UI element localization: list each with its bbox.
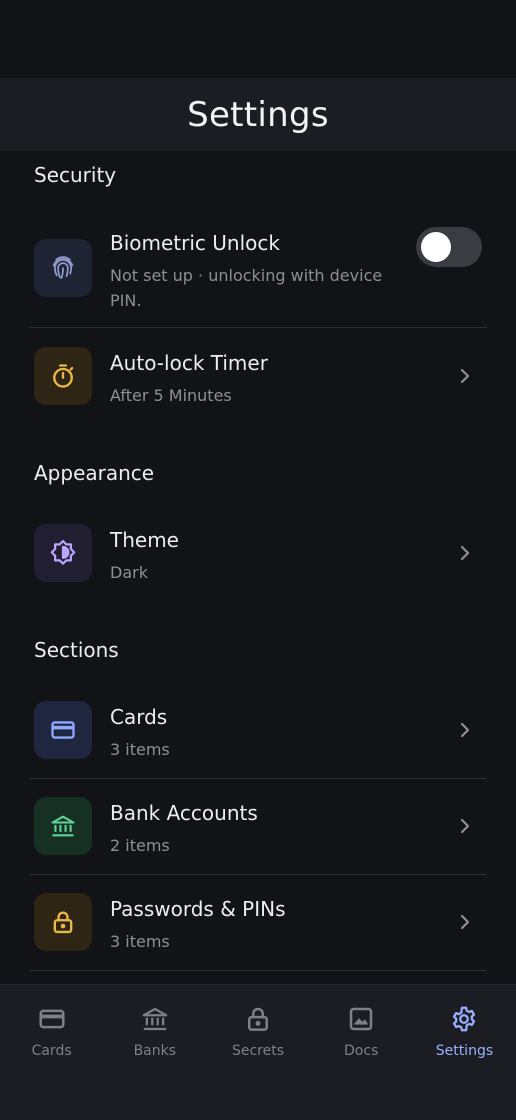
tab-cards[interactable]: Cards — [0, 985, 103, 1120]
tab-secrets[interactable]: Secrets — [206, 985, 309, 1120]
section-header-sections: Sections — [34, 638, 119, 662]
gear-icon — [448, 1003, 480, 1035]
bottom-tab-bar: Cards Banks Secrets Docs Settings — [0, 984, 516, 1120]
image-icon — [345, 1003, 377, 1035]
divider — [29, 874, 487, 875]
brightness-icon — [34, 524, 92, 582]
tab-label: Secrets — [231, 1043, 285, 1059]
theme-row[interactable]: Theme Dark — [29, 524, 487, 604]
bank-accounts-row[interactable]: Bank Accounts 2 items — [29, 797, 487, 874]
chevron-right-icon — [460, 368, 470, 384]
chevron-right-icon — [460, 818, 470, 834]
cards-title: Cards — [110, 705, 168, 729]
divider — [29, 327, 487, 328]
app-bar: Settings — [0, 78, 516, 151]
fingerprint-icon — [34, 239, 92, 297]
auto-lock-timer-subtitle: After 5 Minutes — [110, 386, 232, 405]
passwords-pins-title: Passwords & PINs — [110, 897, 286, 921]
section-header-appearance: Appearance — [34, 461, 155, 485]
credit-card-icon — [36, 1003, 68, 1035]
cards-subtitle: 3 items — [110, 740, 170, 759]
biometric-unlock-title: Biometric Unlock — [110, 231, 280, 255]
tab-docs[interactable]: Docs — [310, 985, 413, 1120]
tab-label: Docs — [344, 1043, 379, 1059]
settings-list[interactable]: Security Biometric Unlock Not set up · u… — [0, 151, 516, 984]
bank-icon — [34, 797, 92, 855]
tab-label: Banks — [133, 1043, 177, 1059]
bank-icon — [139, 1003, 171, 1035]
status-bar — [0, 0, 516, 78]
auto-lock-timer-title: Auto-lock Timer — [110, 351, 268, 375]
auto-lock-timer-row[interactable]: Auto-lock Timer After 5 Minutes — [29, 347, 487, 427]
lock-icon — [34, 893, 92, 951]
stopwatch-icon — [34, 347, 92, 405]
tab-label: Cards — [31, 1043, 72, 1059]
passwords-pins-row[interactable]: Passwords & PINs 3 items — [29, 893, 487, 970]
bank-accounts-title: Bank Accounts — [110, 801, 258, 825]
chevron-right-icon — [460, 545, 470, 561]
chevron-right-icon — [460, 914, 470, 930]
cards-row[interactable]: Cards 3 items — [29, 701, 487, 778]
bank-accounts-subtitle: 2 items — [110, 836, 170, 855]
credit-card-icon — [34, 701, 92, 759]
biometric-unlock-toggle[interactable] — [416, 227, 482, 267]
section-header-security: Security — [34, 163, 117, 187]
biometric-unlock-subtitle: Not set up · unlocking with device PIN. — [110, 266, 383, 310]
theme-title: Theme — [110, 528, 179, 552]
tab-banks[interactable]: Banks — [103, 985, 206, 1120]
toggle-knob — [421, 232, 451, 262]
divider — [29, 970, 487, 971]
theme-subtitle: Dark — [110, 563, 148, 582]
lock-icon — [242, 1003, 274, 1035]
chevron-right-icon — [460, 722, 470, 738]
passwords-pins-subtitle: 3 items — [110, 932, 170, 951]
tab-settings[interactable]: Settings — [413, 985, 516, 1120]
divider — [29, 778, 487, 779]
tab-label: Settings — [435, 1043, 494, 1059]
biometric-unlock-row[interactable]: Biometric Unlock Not set up · unlocking … — [29, 227, 487, 327]
page-title: Settings — [187, 94, 329, 135]
